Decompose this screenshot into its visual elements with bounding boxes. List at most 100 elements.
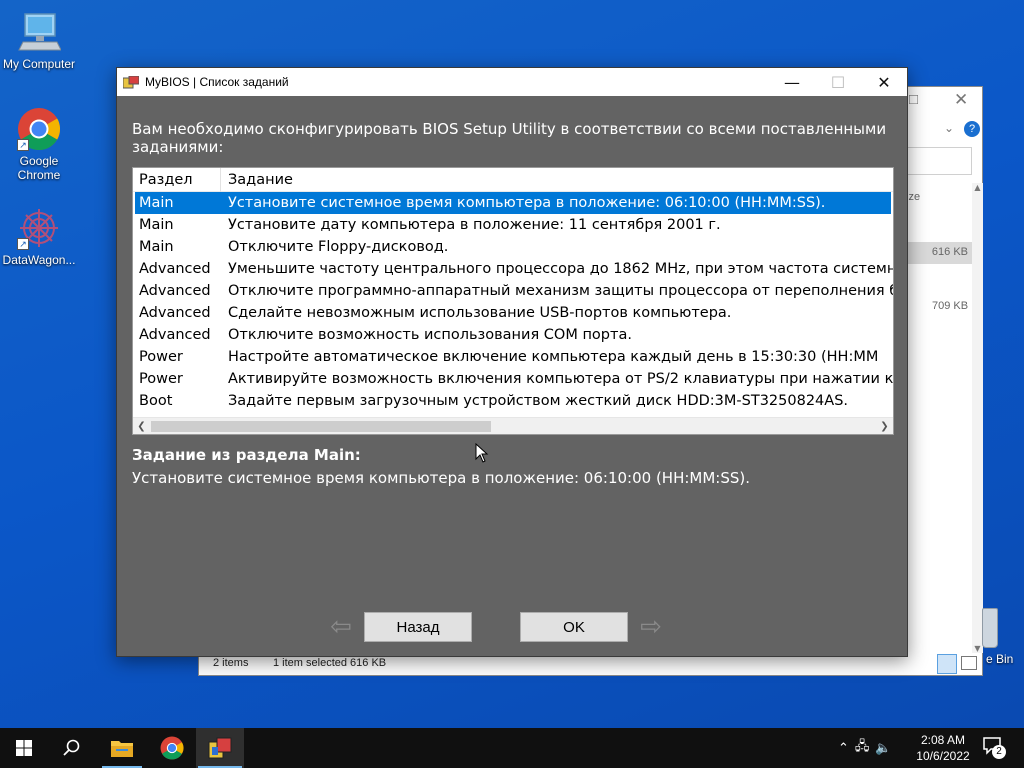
ok-button[interactable]: OK: [520, 612, 628, 642]
maximize-button: ☐: [830, 72, 846, 92]
folder-icon: [111, 741, 133, 757]
task-text-cell: Активируйте возможность включения компью…: [228, 371, 894, 387]
close-button[interactable]: ✕: [861, 68, 907, 96]
mybios-icon: [208, 737, 232, 759]
task-row[interactable]: Main Отключите Floppy-дисковод.: [133, 236, 893, 258]
taskbar-chrome[interactable]: [148, 728, 196, 768]
task-text-cell: Отключите возможность использования COM …: [228, 327, 632, 343]
task-section-cell: Advanced: [139, 327, 211, 343]
windows-icon: [16, 740, 32, 756]
notification-center-button[interactable]: 2: [982, 736, 1008, 760]
close-icon[interactable]: ✕: [954, 90, 968, 110]
vertical-scrollbar[interactable]: ▲ ▼: [972, 183, 983, 653]
start-button[interactable]: [0, 728, 48, 768]
task-row[interactable]: Main Установите дату компьютера в положен…: [133, 214, 893, 236]
taskbar-mybios[interactable]: [196, 728, 244, 768]
detail-heading: Задание из раздела Main:: [132, 446, 361, 464]
task-section-cell: Power: [139, 349, 183, 365]
desktop-icon-label: Google Chrome: [17, 154, 61, 182]
back-button[interactable]: Назад: [364, 612, 472, 642]
task-list[interactable]: Раздел Задание Main Установите системное …: [132, 167, 894, 435]
chrome-icon: ↗: [17, 107, 61, 151]
details-view-icon[interactable]: [937, 654, 957, 674]
task-rows: Main Установите системное время компьютер…: [133, 192, 893, 412]
status-selection: 1 item selected 616 KB: [273, 657, 387, 669]
task-row[interactable]: Power Активируйте возможность включения к…: [133, 368, 893, 390]
task-section-cell: Power: [139, 371, 183, 387]
task-row[interactable]: Advanced Сделайте невозможным использован…: [133, 302, 893, 324]
search-icon: [63, 739, 80, 756]
chrome-icon: [160, 736, 184, 760]
task-text-cell: Уменьшите частоту центрального процессор…: [228, 261, 894, 277]
datawagon-icon: ↗: [17, 206, 61, 250]
mybios-dialog: MyBIOS | Список заданий — ☐ ✕ Вам необхо…: [116, 67, 908, 657]
title-bar[interactable]: MyBIOS | Список заданий — ☐ ✕: [117, 68, 907, 96]
task-row[interactable]: Advanced Отключите программно-аппаратный …: [133, 280, 893, 302]
task-row[interactable]: Advanced Отключите возможность использова…: [133, 324, 893, 346]
tiles-view-icon[interactable]: [961, 656, 977, 670]
file-size: 709 KB: [932, 300, 969, 312]
task-section-cell: Main: [139, 239, 174, 255]
desktop-icon-chrome[interactable]: ↗ Google Chrome: [1, 107, 77, 182]
task-section-cell: Advanced: [139, 261, 211, 277]
scroll-left-icon[interactable]: ❮: [133, 418, 150, 434]
chevron-down-icon[interactable]: ⌄: [944, 121, 954, 135]
arrow-left-icon: ⇦: [330, 612, 352, 642]
desktop-icon-label: DataWagon...: [2, 253, 76, 267]
clock-date: 10/6/2022: [916, 749, 970, 763]
arrow-right-icon: ⇨: [640, 612, 662, 642]
task-row[interactable]: Power Настройте автоматическое включение …: [133, 346, 893, 368]
task-text-cell: Сделайте невозможным использование USB-п…: [228, 305, 732, 321]
desktop-icon-label: My Computer: [2, 57, 76, 71]
clock-time: 2:08 AM: [920, 733, 966, 747]
taskbar: ⌃ 🖧 🔈 2:08 AM 10/6/2022 2: [0, 728, 1024, 768]
desktop-icon-datawagon[interactable]: ↗ DataWagon...: [1, 206, 77, 267]
task-text-cell: Задайте первым загрузочным устройством ж…: [228, 393, 849, 409]
minimize-button[interactable]: —: [769, 68, 815, 96]
task-text-cell: Отключите Floppy-дисковод.: [228, 239, 449, 255]
instruction-text: Вам необходимо сконфигурировать BIOS Set…: [132, 120, 887, 156]
task-section-cell: Main: [139, 217, 174, 233]
system-tray: ⌃ 🖧 🔈: [838, 728, 892, 768]
desktop-icon-recycle-bin[interactable]: e Bin: [982, 600, 1024, 680]
search-button[interactable]: [48, 728, 96, 768]
mouse-cursor-icon: [475, 442, 489, 463]
desktop-icon-label: e Bin: [986, 652, 1014, 666]
volume-icon[interactable]: 🔈: [875, 741, 891, 756]
taskbar-file-explorer[interactable]: [98, 728, 146, 768]
task-row[interactable]: Main Установите системное время компьютер…: [135, 192, 891, 214]
scroll-thumb[interactable]: [151, 421, 491, 432]
computer-icon: [17, 10, 62, 54]
notification-badge: 2: [992, 745, 1006, 759]
clock[interactable]: 2:08 AM 10/6/2022: [908, 732, 978, 764]
shortcut-arrow-icon: ↗: [17, 139, 29, 151]
task-section-cell: Advanced: [139, 283, 211, 299]
maximize-icon[interactable]: □: [909, 91, 918, 108]
task-row[interactable]: Advanced Уменьшите частоту центрального п…: [133, 258, 893, 280]
app-icon: [122, 75, 140, 89]
task-text-cell: Установите дату компьютера в положение: …: [228, 217, 721, 233]
size-column-header[interactable]: ize: [906, 191, 920, 203]
recycle-bin-icon: [982, 608, 998, 648]
horizontal-scrollbar[interactable]: ❮ ❯: [133, 417, 893, 434]
file-row-selected[interactable]: 616 KB: [906, 242, 972, 264]
task-section-cell: Main: [139, 195, 174, 211]
scroll-right-icon[interactable]: ❯: [876, 418, 893, 434]
help-icon[interactable]: ?: [964, 121, 980, 137]
column-header-task[interactable]: Задание: [221, 168, 293, 192]
search-box[interactable]: [904, 147, 972, 175]
task-text-cell: Настройте автоматическое включение компь…: [228, 349, 879, 365]
task-text-cell: Отключите программно-аппаратный механизм…: [228, 283, 894, 299]
task-row[interactable]: Boot Задайте первым загрузочным устройств…: [133, 390, 893, 412]
task-section-cell: Boot: [139, 393, 173, 409]
status-item-count: 2 items: [213, 657, 249, 669]
shortcut-arrow-icon: ↗: [17, 238, 29, 250]
network-icon[interactable]: 🖧: [855, 737, 870, 759]
scroll-up-icon[interactable]: ▲: [972, 183, 983, 192]
file-size: 616 KB: [931, 246, 968, 258]
detail-text: Установите системное время компьютера в …: [132, 469, 751, 487]
list-header: Раздел Задание: [133, 168, 893, 192]
column-header-section[interactable]: Раздел: [133, 168, 221, 192]
chevron-up-icon[interactable]: ⌃: [838, 741, 849, 756]
desktop-icon-my-computer[interactable]: My Computer: [1, 10, 77, 71]
